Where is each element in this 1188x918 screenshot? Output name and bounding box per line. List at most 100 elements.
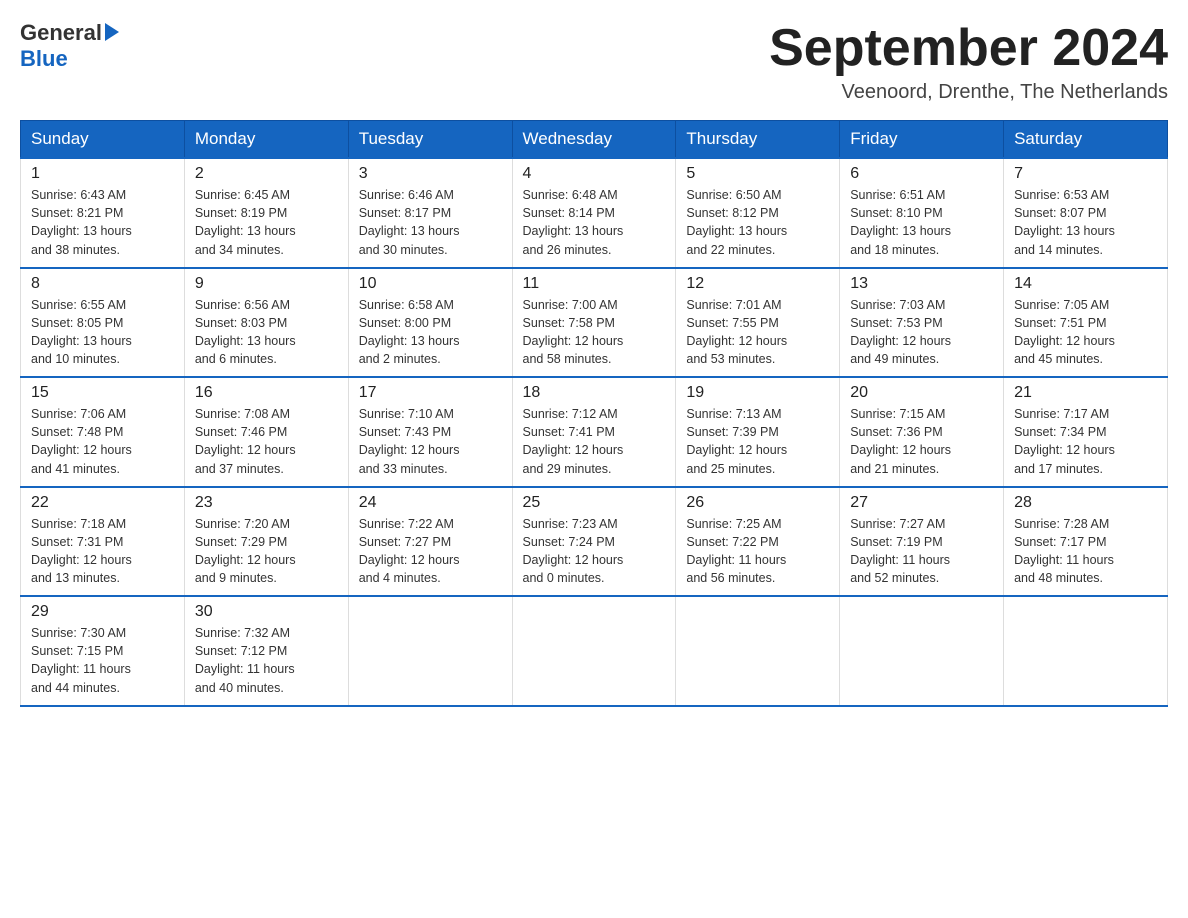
calendar-day-cell: 21 Sunrise: 7:17 AMSunset: 7:34 PMDayligh… xyxy=(1004,377,1168,487)
day-info: Sunrise: 6:43 AMSunset: 8:21 PMDaylight:… xyxy=(31,186,174,259)
weekday-header-tuesday: Tuesday xyxy=(348,121,512,159)
calendar-day-cell: 12 Sunrise: 7:01 AMSunset: 7:55 PMDayligh… xyxy=(676,268,840,378)
day-info: Sunrise: 7:06 AMSunset: 7:48 PMDaylight:… xyxy=(31,405,174,478)
day-number: 21 xyxy=(1014,384,1157,402)
day-number: 7 xyxy=(1014,165,1157,183)
day-info: Sunrise: 6:50 AMSunset: 8:12 PMDaylight:… xyxy=(686,186,829,259)
weekday-header-friday: Friday xyxy=(840,121,1004,159)
calendar-table: SundayMondayTuesdayWednesdayThursdayFrid… xyxy=(20,120,1168,707)
calendar-day-cell: 11 Sunrise: 7:00 AMSunset: 7:58 PMDayligh… xyxy=(512,268,676,378)
day-number: 3 xyxy=(359,165,502,183)
day-info: Sunrise: 6:51 AMSunset: 8:10 PMDaylight:… xyxy=(850,186,993,259)
calendar-day-cell: 30 Sunrise: 7:32 AMSunset: 7:12 PMDayligh… xyxy=(184,596,348,706)
day-number: 4 xyxy=(523,165,666,183)
day-number: 16 xyxy=(195,384,338,402)
calendar-week-row: 8 Sunrise: 6:55 AMSunset: 8:05 PMDaylight… xyxy=(21,268,1168,378)
day-info: Sunrise: 6:46 AMSunset: 8:17 PMDaylight:… xyxy=(359,186,502,259)
day-number: 30 xyxy=(195,603,338,621)
calendar-day-cell xyxy=(1004,596,1168,706)
calendar-week-row: 1 Sunrise: 6:43 AMSunset: 8:21 PMDaylight… xyxy=(21,158,1168,268)
day-number: 2 xyxy=(195,165,338,183)
day-number: 24 xyxy=(359,494,502,512)
day-number: 12 xyxy=(686,275,829,293)
calendar-day-cell: 24 Sunrise: 7:22 AMSunset: 7:27 PMDayligh… xyxy=(348,487,512,597)
day-info: Sunrise: 7:15 AMSunset: 7:36 PMDaylight:… xyxy=(850,405,993,478)
day-info: Sunrise: 7:27 AMSunset: 7:19 PMDaylight:… xyxy=(850,515,993,588)
day-number: 6 xyxy=(850,165,993,183)
calendar-day-cell: 20 Sunrise: 7:15 AMSunset: 7:36 PMDayligh… xyxy=(840,377,1004,487)
day-info: Sunrise: 7:28 AMSunset: 7:17 PMDaylight:… xyxy=(1014,515,1157,588)
calendar-day-cell: 13Sunrise: 7:03 AMSunset: 7:53 PMDayligh… xyxy=(840,268,1004,378)
day-info: Sunrise: 7:22 AMSunset: 7:27 PMDaylight:… xyxy=(359,515,502,588)
day-info: Sunrise: 6:55 AMSunset: 8:05 PMDaylight:… xyxy=(31,296,174,369)
calendar-day-cell: 29 Sunrise: 7:30 AMSunset: 7:15 PMDayligh… xyxy=(21,596,185,706)
day-number: 23 xyxy=(195,494,338,512)
day-number: 20 xyxy=(850,384,993,402)
calendar-day-cell xyxy=(348,596,512,706)
day-info: Sunrise: 7:10 AMSunset: 7:43 PMDaylight:… xyxy=(359,405,502,478)
calendar-day-cell: 2 Sunrise: 6:45 AMSunset: 8:19 PMDaylight… xyxy=(184,158,348,268)
day-number: 26 xyxy=(686,494,829,512)
day-number: 28 xyxy=(1014,494,1157,512)
location-subtitle: Veenoord, Drenthe, The Netherlands xyxy=(769,81,1168,104)
calendar-day-cell: 3 Sunrise: 6:46 AMSunset: 8:17 PMDaylight… xyxy=(348,158,512,268)
page-header: General Blue September 2024 Veenoord, Dr… xyxy=(20,20,1168,104)
calendar-week-row: 22 Sunrise: 7:18 AMSunset: 7:31 PMDayligh… xyxy=(21,487,1168,597)
weekday-header-sunday: Sunday xyxy=(21,121,185,159)
calendar-day-cell: 4Sunrise: 6:48 AMSunset: 8:14 PMDaylight… xyxy=(512,158,676,268)
day-number: 17 xyxy=(359,384,502,402)
calendar-day-cell: 18 Sunrise: 7:12 AMSunset: 7:41 PMDayligh… xyxy=(512,377,676,487)
day-info: Sunrise: 7:00 AMSunset: 7:58 PMDaylight:… xyxy=(523,296,666,369)
day-info: Sunrise: 6:56 AMSunset: 8:03 PMDaylight:… xyxy=(195,296,338,369)
day-info: Sunrise: 6:53 AMSunset: 8:07 PMDaylight:… xyxy=(1014,186,1157,259)
day-number: 9 xyxy=(195,275,338,293)
calendar-day-cell: 14 Sunrise: 7:05 AMSunset: 7:51 PMDayligh… xyxy=(1004,268,1168,378)
calendar-day-cell xyxy=(512,596,676,706)
day-number: 11 xyxy=(523,275,666,293)
calendar-day-cell: 7 Sunrise: 6:53 AMSunset: 8:07 PMDaylight… xyxy=(1004,158,1168,268)
day-info: Sunrise: 7:05 AMSunset: 7:51 PMDaylight:… xyxy=(1014,296,1157,369)
calendar-week-row: 29 Sunrise: 7:30 AMSunset: 7:15 PMDayligh… xyxy=(21,596,1168,706)
day-number: 8 xyxy=(31,275,174,293)
day-number: 25 xyxy=(523,494,666,512)
day-number: 10 xyxy=(359,275,502,293)
day-number: 29 xyxy=(31,603,174,621)
day-number: 13 xyxy=(850,275,993,293)
month-title: September 2024 xyxy=(769,20,1168,77)
logo: General Blue xyxy=(20,20,119,72)
day-info: Sunrise: 7:12 AMSunset: 7:41 PMDaylight:… xyxy=(523,405,666,478)
calendar-day-cell: 22 Sunrise: 7:18 AMSunset: 7:31 PMDayligh… xyxy=(21,487,185,597)
day-info: Sunrise: 7:08 AMSunset: 7:46 PMDaylight:… xyxy=(195,405,338,478)
logo-arrow-icon xyxy=(105,23,119,41)
weekday-header-wednesday: Wednesday xyxy=(512,121,676,159)
day-info: Sunrise: 7:25 AMSunset: 7:22 PMDaylight:… xyxy=(686,515,829,588)
day-number: 27 xyxy=(850,494,993,512)
calendar-day-cell: 26 Sunrise: 7:25 AMSunset: 7:22 PMDayligh… xyxy=(676,487,840,597)
day-info: Sunrise: 7:17 AMSunset: 7:34 PMDaylight:… xyxy=(1014,405,1157,478)
day-info: Sunrise: 7:20 AMSunset: 7:29 PMDaylight:… xyxy=(195,515,338,588)
day-number: 1 xyxy=(31,165,174,183)
day-number: 18 xyxy=(523,384,666,402)
day-info: Sunrise: 7:32 AMSunset: 7:12 PMDaylight:… xyxy=(195,624,338,697)
calendar-week-row: 15 Sunrise: 7:06 AMSunset: 7:48 PMDayligh… xyxy=(21,377,1168,487)
day-number: 5 xyxy=(686,165,829,183)
day-number: 14 xyxy=(1014,275,1157,293)
logo-general-text: General xyxy=(20,20,102,46)
weekday-header-row: SundayMondayTuesdayWednesdayThursdayFrid… xyxy=(21,121,1168,159)
calendar-day-cell: 6 Sunrise: 6:51 AMSunset: 8:10 PMDaylight… xyxy=(840,158,1004,268)
title-block: September 2024 Veenoord, Drenthe, The Ne… xyxy=(769,20,1168,104)
calendar-day-cell xyxy=(840,596,1004,706)
calendar-day-cell: 28 Sunrise: 7:28 AMSunset: 7:17 PMDayligh… xyxy=(1004,487,1168,597)
calendar-day-cell: 1 Sunrise: 6:43 AMSunset: 8:21 PMDaylight… xyxy=(21,158,185,268)
day-number: 22 xyxy=(31,494,174,512)
day-info: Sunrise: 7:18 AMSunset: 7:31 PMDaylight:… xyxy=(31,515,174,588)
logo-blue-text: Blue xyxy=(20,46,68,72)
day-info: Sunrise: 7:30 AMSunset: 7:15 PMDaylight:… xyxy=(31,624,174,697)
day-info: Sunrise: 7:01 AMSunset: 7:55 PMDaylight:… xyxy=(686,296,829,369)
calendar-day-cell: 15 Sunrise: 7:06 AMSunset: 7:48 PMDayligh… xyxy=(21,377,185,487)
calendar-day-cell: 10Sunrise: 6:58 AMSunset: 8:00 PMDayligh… xyxy=(348,268,512,378)
day-info: Sunrise: 6:45 AMSunset: 8:19 PMDaylight:… xyxy=(195,186,338,259)
calendar-day-cell: 25Sunrise: 7:23 AMSunset: 7:24 PMDayligh… xyxy=(512,487,676,597)
calendar-day-cell: 8 Sunrise: 6:55 AMSunset: 8:05 PMDaylight… xyxy=(21,268,185,378)
day-number: 15 xyxy=(31,384,174,402)
